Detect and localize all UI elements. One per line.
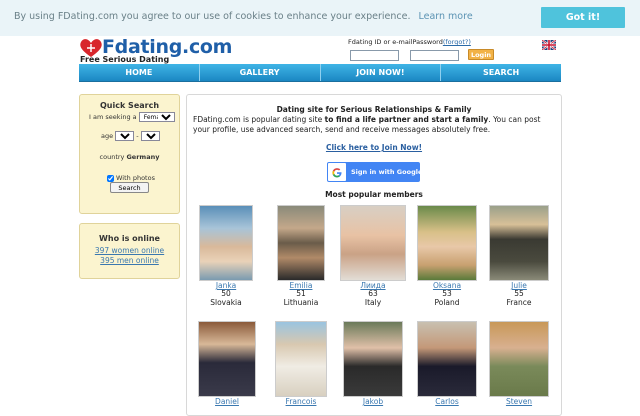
desc-part-1: FDating.com is popular dating site — [193, 115, 325, 124]
member-card[interactable]: Emilia 51 Lithuania — [266, 205, 336, 307]
country-label: country — [99, 153, 125, 161]
member-card[interactable]: Oksana 53 Poland — [412, 205, 482, 307]
with-photos-checkbox[interactable] — [107, 174, 114, 182]
uk-flag-icon[interactable] — [542, 40, 556, 50]
who-online-title: Who is online — [99, 234, 160, 243]
got-it-button[interactable]: Got it! — [541, 7, 625, 28]
member-photo[interactable] — [199, 205, 253, 281]
member-photo[interactable] — [340, 205, 406, 281]
member-name-link[interactable]: Carlos — [412, 398, 482, 406]
member-country: France — [506, 297, 532, 307]
google-signin-label: Sign in with Google — [351, 168, 423, 176]
men-online-link[interactable]: 395 men online — [80, 256, 179, 265]
nav-gallery[interactable]: GALLERY — [200, 64, 321, 81]
age-label: age — [101, 132, 114, 140]
member-photo[interactable] — [275, 321, 327, 397]
join-now-link[interactable]: Click here to Join Now! — [187, 143, 561, 152]
member-card[interactable]: Jakob — [338, 321, 408, 406]
with-photos-row: With photos — [107, 174, 155, 182]
member-card[interactable]: Лиида 63 Italy — [338, 205, 408, 307]
login-button[interactable]: Login — [468, 49, 494, 60]
member-photo[interactable] — [277, 205, 325, 281]
member-country: Lithuania — [283, 297, 319, 307]
member-photo[interactable] — [489, 321, 549, 397]
google-g-icon — [328, 163, 346, 181]
member-photo[interactable] — [417, 321, 477, 397]
main-nav: HOME GALLERY JOIN NOW! SEARCH — [79, 64, 561, 82]
member-photo[interactable] — [198, 321, 256, 397]
member-photo[interactable] — [489, 205, 549, 281]
cookie-text: By using FDating.com you agree to our us… — [14, 11, 411, 22]
nav-search[interactable]: SEARCH — [441, 64, 561, 81]
seeking-row: I am seeking a Female — [89, 112, 175, 122]
google-signin-button[interactable]: Sign in with Google — [327, 162, 423, 182]
country-row: country Germany — [80, 153, 179, 161]
who-is-online-panel: Who is online 397 women online 395 men o… — [79, 223, 180, 279]
forgot-password-link[interactable]: (forgot?) — [443, 38, 471, 46]
member-country: Slovakia — [210, 297, 242, 307]
member-name-link[interactable]: Steven — [484, 398, 554, 406]
member-card[interactable]: Carlos — [412, 321, 482, 406]
search-button[interactable]: Search — [110, 182, 149, 193]
login-label: Fdating ID or e-mailPassword — [348, 38, 443, 46]
login-labels: Fdating ID or e-mailPassword(forgot?) — [348, 38, 471, 46]
cookie-message: By using FDating.com you agree to our us… — [14, 11, 473, 22]
age-row: age 18 - 99 — [101, 131, 160, 141]
women-online-link[interactable]: 397 women online — [80, 246, 179, 255]
main-title: Dating site for Serious Relationships & … — [276, 105, 472, 114]
member-card[interactable]: Daniel — [192, 321, 262, 406]
member-photo[interactable] — [343, 321, 403, 397]
nav-home[interactable]: HOME — [79, 64, 200, 81]
quick-search-panel: Quick Search I am seeking a Female age 1… — [79, 94, 180, 214]
member-card[interactable]: Steven — [484, 321, 554, 406]
member-name-link[interactable]: Francois — [266, 398, 336, 406]
main-content: Dating site for Serious Relationships & … — [186, 94, 562, 416]
member-card[interactable]: Francois — [266, 321, 336, 406]
seeking-select[interactable]: Female — [138, 112, 175, 122]
with-photos-label: With photos — [116, 174, 155, 182]
cookie-banner: By using FDating.com you agree to our us… — [0, 0, 640, 36]
desc-bold: to find a life partner and start a famil… — [324, 115, 489, 124]
member-card[interactable]: Julie 55 France — [484, 205, 554, 307]
age-from-select[interactable]: 18 — [115, 131, 135, 141]
member-name-link[interactable]: Jakob — [338, 398, 408, 406]
tagline: Free Serious Dating — [80, 55, 170, 64]
country-value[interactable]: Germany — [126, 153, 159, 161]
learn-more-link[interactable]: Learn more — [418, 11, 472, 22]
login-id-input[interactable] — [350, 50, 399, 61]
nav-join-now[interactable]: JOIN NOW! — [321, 64, 442, 81]
quick-search-title: Quick Search — [99, 101, 160, 110]
member-country: Italy — [364, 297, 382, 307]
member-country: Poland — [434, 297, 460, 307]
age-separator: - — [136, 132, 139, 140]
popular-members-title: Most popular members — [325, 190, 423, 199]
seeking-label: I am seeking a — [89, 113, 137, 121]
member-name-link[interactable]: Daniel — [192, 398, 262, 406]
member-card[interactable]: Janka 50 Slovakia — [191, 205, 261, 307]
member-photo[interactable] — [417, 205, 477, 281]
password-input[interactable] — [410, 50, 459, 61]
age-to-select[interactable]: 99 — [140, 131, 160, 141]
main-description: FDating.com is popular dating site to fi… — [193, 115, 555, 135]
